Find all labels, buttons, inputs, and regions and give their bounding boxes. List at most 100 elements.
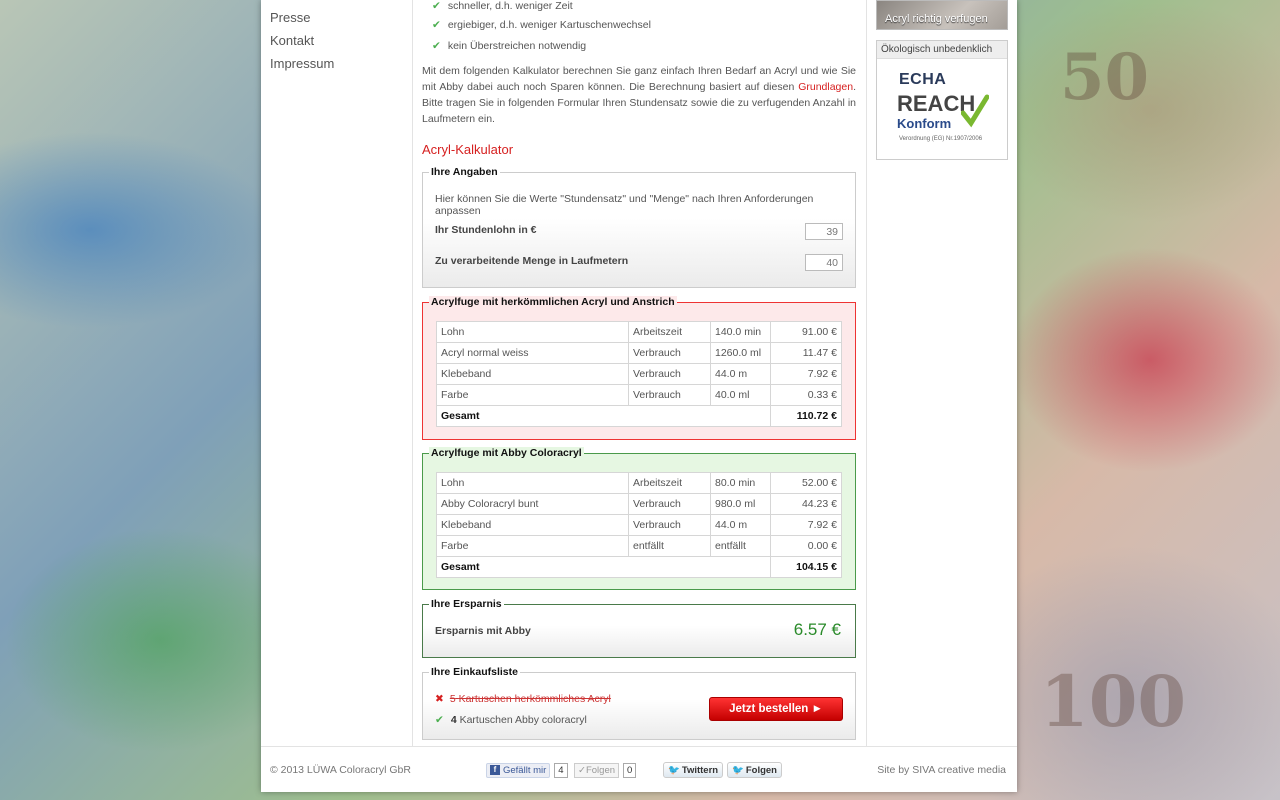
table-cell: Klebeband <box>436 363 629 385</box>
wage-input[interactable] <box>805 223 843 240</box>
eco-title: Ökologisch unbedenklich <box>877 41 1007 59</box>
abby-box: Acrylfuge mit Abby Coloracryl Lohn Arbeit… <box>422 447 856 590</box>
table-row: Farbe entfällt entfällt 0.00 € <box>436 535 842 557</box>
table-cell: Verbrauch <box>628 363 711 385</box>
table-cell: 91.00 € <box>770 321 842 343</box>
table-cell: 44.23 € <box>770 493 842 515</box>
savings-box: Ihre Ersparnis Ersparnis mit Abby 6.57 € <box>422 598 856 658</box>
total-value: 104.15 € <box>770 556 842 578</box>
nav-item-presse[interactable]: Presse <box>270 10 310 25</box>
page-container: Presse Kontakt Impressum ✔ schneller, d.h… <box>261 0 1017 792</box>
copyright: © 2013 LÜWA Coloracryl GbR <box>270 764 411 776</box>
shopping-item-abby: ✔ 4 Kartuschen Abby coloracryl <box>435 714 587 726</box>
table-cell: Verbrauch <box>628 493 711 515</box>
calculator-title: Acryl-Kalkulator <box>422 142 514 157</box>
conventional-table: Lohn Arbeitszeit 140.0 min 91.00 € Acryl nor… <box>436 321 842 427</box>
follow-count: 0 <box>623 762 637 778</box>
eco-box: Ökologisch unbedenklich ECHA REACH Konfo… <box>876 40 1008 160</box>
check-icon: ✔ <box>435 714 444 726</box>
table-row: Lohn Arbeitszeit 140.0 min 91.00 € <box>436 321 842 343</box>
table-cell: 1260.0 ml <box>710 342 771 364</box>
benefit-item: ✔ schneller, d.h. weniger Zeit <box>432 0 573 12</box>
echa-logo: ECHA <box>899 71 947 88</box>
check-icon: ✓ <box>578 764 586 776</box>
table-cell: 980.0 ml <box>710 493 771 515</box>
table-cell: 0.00 € <box>770 535 842 557</box>
total-label: Gesamt <box>436 405 771 427</box>
conventional-box: Acrylfuge mit herkömmlichen Acryl und An… <box>422 296 856 440</box>
twitter-follow-button[interactable]: 🐦 Folgen <box>727 762 782 778</box>
savings-legend: Ihre Ersparnis <box>429 598 504 610</box>
table-cell: Verbrauch <box>628 514 711 536</box>
table-row: Lohn Arbeitszeit 80.0 min 52.00 € <box>436 472 842 494</box>
promo-label: Acryl richtig verfugen <box>885 13 988 25</box>
facebook-like-button[interactable]: f Gefällt mir <box>486 762 551 778</box>
table-total-row: Gesamt 110.72 € <box>436 405 842 427</box>
wage-label: Ihr Stundenlohn in € <box>435 224 537 236</box>
table-row: Klebeband Verbrauch 44.0 m 7.92 € <box>436 363 842 385</box>
inputs-box: Ihre Angaben Hier können Sie die Werte "… <box>422 166 856 288</box>
table-cell: 140.0 min <box>710 321 771 343</box>
abby-table: Lohn Arbeitszeit 80.0 min 52.00 € Abby Color… <box>436 472 842 578</box>
total-value: 110.72 € <box>770 405 842 427</box>
twitter-share-button[interactable]: 🐦 Twittern <box>663 762 724 778</box>
facebook-like-count: 4 <box>554 762 568 778</box>
twitter-bird-icon: 🐦 <box>668 765 680 776</box>
table-cell: 80.0 min <box>710 472 771 494</box>
table-cell: Lohn <box>436 472 629 494</box>
table-cell: entfällt <box>628 535 711 557</box>
background-image: 50 <box>1060 40 1150 115</box>
inputs-legend: Ihre Angaben <box>429 166 500 178</box>
quantity-input[interactable] <box>805 254 843 271</box>
verordnung-label: Verordnung (EG) Nr.1907/2006 <box>899 136 983 142</box>
twitter-follow: 🐦 Folgen <box>727 762 782 778</box>
footer: © 2013 LÜWA Coloracryl GbR f Gefällt mir … <box>261 746 1017 792</box>
nav-item-kontakt[interactable]: Kontakt <box>270 33 314 48</box>
table-cell: 0.33 € <box>770 384 842 406</box>
right-sidebar: Acryl richtig verfugen Ökologisch unbede… <box>866 0 1017 746</box>
check-icon: ✔ <box>432 19 441 31</box>
table-total-row: Gesamt 104.15 € <box>436 556 842 578</box>
table-cell: 44.0 m <box>710 514 771 536</box>
background-image: 100 <box>1040 660 1187 743</box>
grundlagen-link[interactable]: Grundlagen <box>798 81 853 93</box>
savings-label: Ersparnis mit Abby <box>435 625 531 637</box>
check-icon: ✔ <box>432 40 441 52</box>
table-cell: Farbe <box>436 384 629 406</box>
reach-check-icon <box>961 94 989 128</box>
konform-label: Konform <box>897 116 952 131</box>
shopping-item-conventional: ✖ 5 Kartuschen herkömmliches Acryl <box>435 693 611 705</box>
table-cell: 7.92 € <box>770 514 842 536</box>
facebook-icon: f <box>490 765 500 775</box>
table-cell: Lohn <box>436 321 629 343</box>
site-credit[interactable]: Site by SIVA creative media <box>877 764 1006 776</box>
table-cell: 52.00 € <box>770 472 842 494</box>
benefit-item: ✔ ergiebiger, d.h. weniger Kartuschenwech… <box>432 19 651 31</box>
table-row: Abby Coloracryl bunt Verbrauch 980.0 ml 44.… <box>436 493 842 515</box>
total-label: Gesamt <box>436 556 771 578</box>
table-cell: 7.92 € <box>770 363 842 385</box>
order-button[interactable]: Jetzt bestellen ► <box>709 697 843 721</box>
table-row: Klebeband Verbrauch 44.0 m 7.92 € <box>436 514 842 536</box>
nav-item-impressum[interactable]: Impressum <box>270 56 334 71</box>
inputs-hint: Hier können Sie die Werte "Stundensatz" … <box>435 193 814 217</box>
shopping-box: Ihre Einkaufsliste ✖ 5 Kartuschen herkömm… <box>422 666 856 740</box>
follow-button[interactable]: ✓Folgen <box>574 762 620 778</box>
table-cell: Farbe <box>436 535 629 557</box>
savings-value: 6.57 € <box>793 620 841 639</box>
twitter-share: 🐦 Twittern <box>663 762 724 778</box>
promo-banner[interactable]: Acryl richtig verfugen <box>876 0 1008 30</box>
abby-legend: Acrylfuge mit Abby Coloracryl <box>429 447 584 459</box>
conventional-legend: Acrylfuge mit herkömmlichen Acryl und An… <box>429 296 677 308</box>
facebook-like: f Gefällt mir 4 <box>486 762 568 778</box>
check-icon: ✔ <box>432 0 441 12</box>
table-cell: Arbeitszeit <box>628 321 711 343</box>
table-cell: Acryl normal weiss <box>436 342 629 364</box>
table-cell: Arbeitszeit <box>628 472 711 494</box>
table-cell: 11.47 € <box>770 342 842 364</box>
twitter-bird-icon: 🐦 <box>732 765 744 776</box>
table-cell: Verbrauch <box>628 384 711 406</box>
intro-paragraph: Mit dem folgenden Kalkulator berechnen S… <box>422 65 856 125</box>
table-cell: 44.0 m <box>710 363 771 385</box>
table-cell: Abby Coloracryl bunt <box>436 493 629 515</box>
